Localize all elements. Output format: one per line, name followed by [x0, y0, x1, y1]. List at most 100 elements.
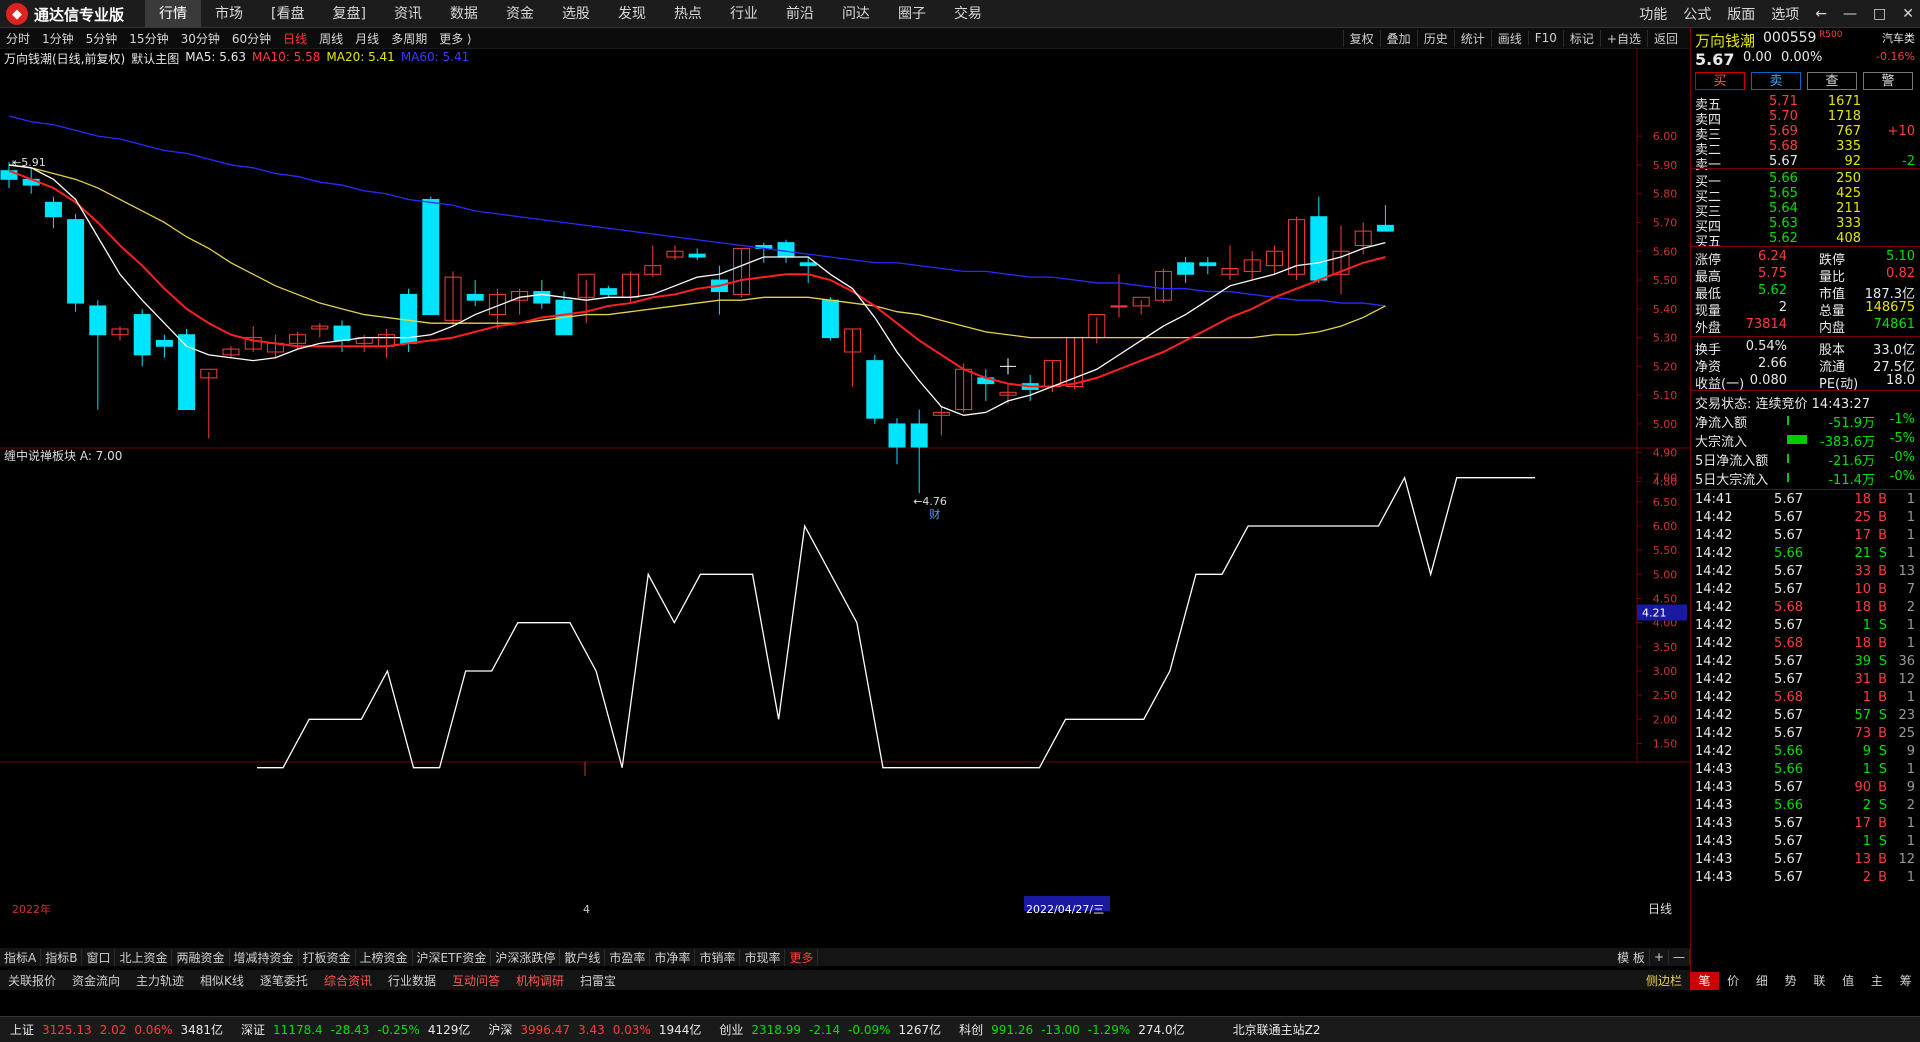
status-cy-0[interactable]: 创业: [719, 1021, 743, 1038]
side-tab-4[interactable]: 联: [1805, 972, 1834, 990]
menu-item-9[interactable]: 热点: [660, 0, 716, 28]
period-5[interactable]: 60分钟: [226, 30, 277, 47]
period-1[interactable]: 1分钟: [36, 30, 80, 47]
indicator-tab-8[interactable]: 沪深ETF资金: [413, 948, 492, 966]
period-9[interactable]: 多周期: [385, 30, 433, 47]
sidebar-toggle[interactable]: 侧边栏: [1638, 972, 1690, 989]
indicator-tab-4[interactable]: 两融资金: [172, 948, 230, 966]
trade-button-0[interactable]: 买: [1695, 72, 1745, 90]
side-tab-3[interactable]: 势: [1776, 972, 1805, 990]
chart-tool-7[interactable]: +自选: [1599, 29, 1647, 47]
info-tab-4[interactable]: 逐笔委托: [252, 972, 316, 989]
indicator-tab-7[interactable]: 上榜资金: [356, 948, 413, 966]
chart-tool-6[interactable]: 标记: [1562, 29, 1600, 47]
chart-tool-3[interactable]: 统计: [1453, 29, 1491, 47]
indicator-tab-10[interactable]: 散户线: [560, 948, 606, 966]
app-logo: ◆ 通达信专业版: [6, 3, 124, 25]
window-menu-2[interactable]: 版面: [1727, 4, 1755, 24]
period-7[interactable]: 周线: [313, 30, 349, 47]
indicator-tab-1[interactable]: 指标B: [41, 948, 83, 966]
menu-item-13[interactable]: 圈子: [884, 0, 940, 28]
chart-tool-5[interactable]: F10: [1527, 31, 1563, 45]
status-sz-0[interactable]: 深证: [241, 1021, 265, 1038]
indicator-tab-3[interactable]: 北上资金: [115, 948, 173, 966]
indicator-tab-14[interactable]: 市现率: [740, 948, 786, 966]
side-tab-2[interactable]: 细: [1748, 972, 1777, 990]
menu-item-12[interactable]: 问达: [828, 0, 884, 28]
side-tab-6[interactable]: 主: [1863, 972, 1892, 990]
menu-item-0[interactable]: 行情: [145, 0, 201, 28]
indicator-tab-0[interactable]: 指标A: [0, 948, 42, 966]
chart-tool-1[interactable]: 叠加: [1379, 29, 1417, 47]
trade-button-3[interactable]: 警: [1863, 72, 1913, 90]
period-4[interactable]: 30分钟: [175, 30, 226, 47]
period-3[interactable]: 15分钟: [123, 30, 174, 47]
indicator-tab-15[interactable]: 更多: [785, 948, 819, 966]
tick-count: 9: [1906, 780, 1915, 795]
info-tab-5[interactable]: 综合资讯: [316, 972, 380, 989]
tick-row: 14:42 5.68 18 B 2: [1691, 600, 1920, 617]
info-tab-1[interactable]: 资金流向: [64, 972, 128, 989]
chart-tool-2[interactable]: 历史: [1416, 29, 1454, 47]
period-6[interactable]: 日线: [277, 30, 313, 47]
period-8[interactable]: 月线: [349, 30, 385, 47]
indicator-tab-11[interactable]: 市盈率: [605, 948, 651, 966]
indicator-tab-ctrl-2[interactable]: —: [1669, 950, 1690, 964]
status-sh-0[interactable]: 上证: [10, 1021, 34, 1038]
side-tab-0[interactable]: 笔: [1690, 972, 1719, 990]
window-menu-4[interactable]: ←: [1815, 6, 1827, 22]
window-menu-5[interactable]: —: [1843, 6, 1857, 22]
window-menu-3[interactable]: 选项: [1771, 4, 1799, 24]
indicator-tab-9[interactable]: 沪深涨跌停: [491, 948, 561, 966]
menu-item-5[interactable]: 数据: [436, 0, 492, 28]
menu-item-2[interactable]: [看盘: [257, 0, 318, 28]
indicator-tab-ctrl-0[interactable]: 模 板: [1613, 948, 1650, 966]
side-tab-1[interactable]: 价: [1719, 972, 1748, 990]
side-tab-7[interactable]: 筹: [1891, 972, 1920, 990]
chart-tool-4[interactable]: 画线: [1490, 29, 1528, 47]
chart-main-template[interactable]: 默认主图: [131, 50, 179, 67]
server-name[interactable]: 北京联通主站Z2: [1233, 1021, 1321, 1038]
info-tab-7[interactable]: 互动问答: [444, 972, 508, 989]
side-tab-5[interactable]: 值: [1834, 972, 1863, 990]
candle-body: [67, 219, 85, 304]
indicator-tab-12[interactable]: 市净率: [650, 948, 696, 966]
period-0[interactable]: 分时: [0, 30, 36, 47]
indicator-tab-13[interactable]: 市销率: [695, 948, 741, 966]
kline-chart[interactable]: 6.00 5.90 5.80 5.70 5.60 5.50 5.40 5.30 5.20 5.10…: [0, 48, 1690, 948]
period-10[interactable]: 更多 ⟩: [433, 30, 478, 47]
trade-button-1[interactable]: 卖: [1751, 72, 1801, 90]
tick-count: 25: [1898, 726, 1915, 741]
indicator-tab-ctrl-1[interactable]: +: [1650, 950, 1669, 964]
menu-item-14[interactable]: 交易: [940, 0, 996, 28]
menu-item-1[interactable]: 市场: [201, 0, 257, 28]
window-menu-1[interactable]: 公式: [1683, 4, 1711, 24]
status-hs-0[interactable]: 沪深: [488, 1021, 512, 1038]
tick-time: 14:42: [1695, 744, 1733, 759]
info-tab-6[interactable]: 行业数据: [380, 972, 444, 989]
menu-item-3[interactable]: 复盘]: [318, 0, 379, 28]
menu-item-11[interactable]: 前沿: [772, 0, 828, 28]
info-tab-2[interactable]: 主力轨迹: [128, 972, 192, 989]
bid-volume: 333: [1836, 216, 1861, 231]
info-tab-0[interactable]: 关联报价: [0, 972, 64, 989]
chart-tool-0[interactable]: 复权: [1342, 29, 1380, 47]
chart-tool-8[interactable]: 返回: [1646, 29, 1684, 47]
menu-item-10[interactable]: 行业: [716, 0, 772, 28]
window-menu-6[interactable]: □: [1873, 6, 1886, 22]
indicator-tab-2[interactable]: 窗口: [82, 948, 116, 966]
indicator-tab-5[interactable]: 增减持资金: [230, 948, 299, 966]
trade-button-2[interactable]: 查: [1807, 72, 1857, 90]
info-tab-9[interactable]: 扫雷宝: [572, 972, 624, 989]
window-menu-0[interactable]: 功能: [1639, 4, 1667, 24]
info-tab-8[interactable]: 机构调研: [508, 972, 572, 989]
window-menu-7[interactable]: ✕: [1902, 6, 1914, 22]
indicator-tab-6[interactable]: 打板资金: [299, 948, 356, 966]
menu-item-8[interactable]: 发现: [604, 0, 660, 28]
menu-item-7[interactable]: 选股: [548, 0, 604, 28]
menu-item-6[interactable]: 资金: [492, 0, 548, 28]
menu-item-4[interactable]: 资讯: [380, 0, 436, 28]
status-kc-0[interactable]: 科创: [959, 1021, 983, 1038]
period-2[interactable]: 5分钟: [80, 30, 124, 47]
info-tab-3[interactable]: 相似K线: [192, 972, 252, 989]
